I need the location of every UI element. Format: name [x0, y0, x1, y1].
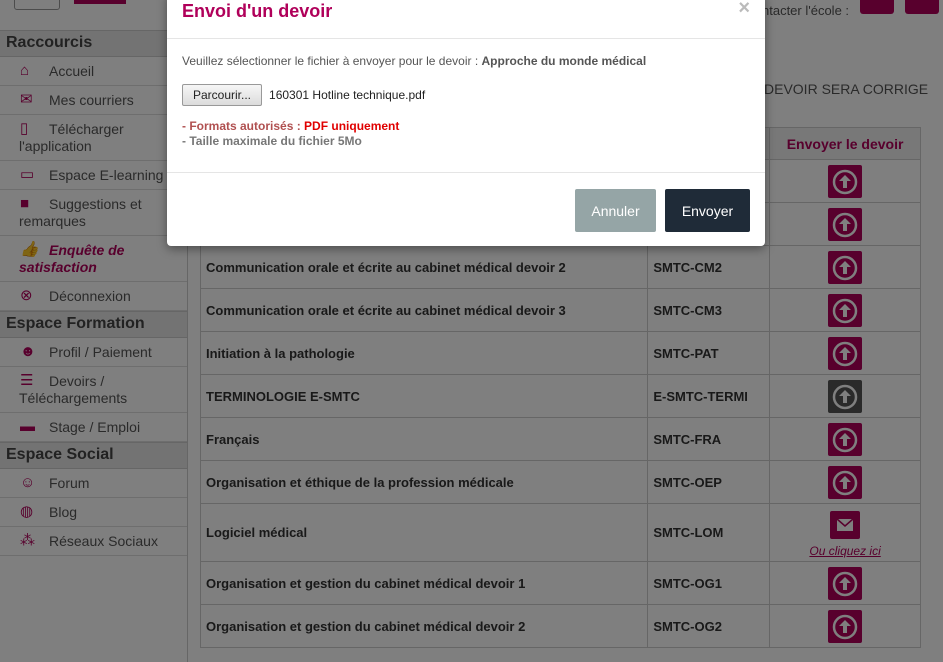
file-input-row: Parcourir... 160301 Hotline technique.pd… — [182, 84, 750, 106]
format-value: PDF uniquement — [304, 119, 400, 133]
selected-file-name: 160301 Hotline technique.pdf — [269, 88, 426, 102]
browse-button[interactable]: Parcourir... — [182, 84, 263, 106]
upload-devoir-dialog: Envoi d'un devoir × Veuillez sélectionne… — [167, 0, 765, 246]
upload-rules: - Formats autorisés : PDF uniquement - T… — [182, 119, 750, 149]
modal-header: Envoi d'un devoir × — [167, 0, 765, 39]
prompt-text: Veuillez sélectionner le fichier à envoy… — [182, 54, 482, 68]
modal-title: Envoi d'un devoir — [182, 1, 333, 21]
rule-formats: - Formats autorisés : PDF uniquement — [182, 119, 400, 133]
modal-footer: Annuler Envoyer — [167, 173, 765, 245]
modal-body: Veuillez sélectionner le fichier à envoy… — [167, 39, 765, 173]
close-icon[interactable]: × — [738, 0, 750, 20]
upload-prompt: Veuillez sélectionner le fichier à envoy… — [182, 54, 750, 68]
rule-size: - Taille maximale du fichier 5Mo — [182, 134, 362, 148]
prompt-subject: Approche du monde médical — [481, 54, 647, 68]
cancel-button[interactable]: Annuler — [575, 189, 656, 232]
send-button[interactable]: Envoyer — [665, 189, 750, 232]
